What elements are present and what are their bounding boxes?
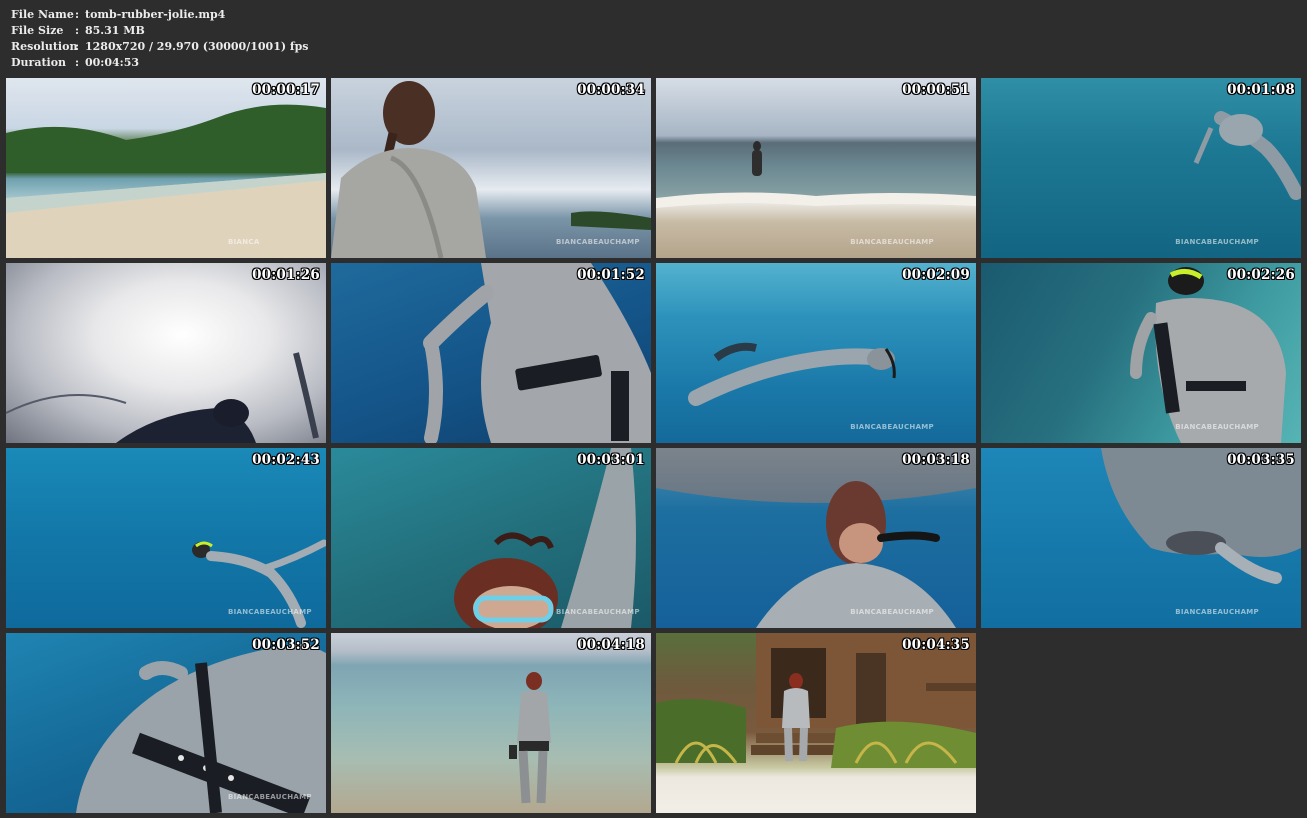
thumbnail-image xyxy=(331,263,651,443)
info-label: Resolution xyxy=(11,40,78,53)
thumbnail-image xyxy=(331,78,651,258)
scene-figure xyxy=(423,263,651,443)
info-row-duration: Duration : 00:04:53 xyxy=(11,55,309,71)
thumbnail-image xyxy=(981,263,1301,443)
timestamp: 00:03:35 xyxy=(1227,452,1295,468)
info-separator: : xyxy=(75,24,80,37)
info-label: File Name xyxy=(11,8,74,21)
thumbnail-frame[interactable]: 00:04:18 xyxy=(331,633,651,813)
timestamp: 00:02:26 xyxy=(1227,267,1295,283)
thumbnail-grid: BIANCA 00:00:17 BIANCABEAUCHAMP 00:00:34… xyxy=(6,78,1301,813)
scene-hills xyxy=(6,104,326,258)
scene-figure xyxy=(454,448,636,628)
thumbnail-image xyxy=(6,78,326,258)
info-label: File Size xyxy=(11,24,64,37)
timestamp: 00:03:52 xyxy=(252,637,320,653)
timestamp: 00:04:18 xyxy=(577,637,645,653)
info-value: tomb-rubber-jolie.mp4 xyxy=(85,8,226,21)
timestamp: 00:03:18 xyxy=(902,452,970,468)
timestamp: 00:02:09 xyxy=(902,267,970,283)
thumbnail-frame[interactable]: BIANCABEAUCHAMP 00:03:52 xyxy=(6,633,326,813)
thumbnail-image xyxy=(331,633,651,813)
thumbnail-frame[interactable]: BIANCA 00:00:17 xyxy=(6,78,326,258)
thumbnail-frame[interactable]: 00:01:26 xyxy=(6,263,326,443)
info-value: 00:04:53 xyxy=(85,56,140,69)
watermark: BIANCABEAUCHAMP xyxy=(850,238,934,246)
watermark: BIANCABEAUCHAMP xyxy=(850,608,934,616)
thumbnail-image xyxy=(656,448,976,628)
timestamp: 00:01:26 xyxy=(252,267,320,283)
info-separator: : xyxy=(75,40,80,53)
watermark: BIANCABEAUCHAMP xyxy=(228,608,312,616)
watermark: BIANCABEAUCHAMP xyxy=(556,238,640,246)
thumbnail-image xyxy=(656,78,976,258)
file-info-panel: File Name : tomb-rubber-jolie.mp4 File S… xyxy=(11,7,309,71)
timestamp: 00:03:01 xyxy=(577,452,645,468)
thumbnail-image xyxy=(6,448,326,628)
thumbnail-frame[interactable]: BIANCABEAUCHAMP 00:02:09 xyxy=(656,263,976,443)
scene-figure xyxy=(331,81,651,258)
watermark: BIANCABEAUCHAMP xyxy=(1175,423,1259,431)
thumbnail-frame[interactable]: BIANCABEAUCHAMP 00:00:34 xyxy=(331,78,651,258)
info-separator: : xyxy=(75,56,80,69)
timestamp: 00:00:34 xyxy=(577,82,645,98)
info-value: 85.31 MB xyxy=(85,24,145,37)
watermark: BIANCA xyxy=(228,238,260,246)
scene-figure xyxy=(192,539,326,628)
thumbnail-image xyxy=(656,263,976,443)
thumbnail-frame[interactable]: BIANCABEAUCHAMP 00:02:43 xyxy=(6,448,326,628)
watermark: BIANCABEAUCHAMP xyxy=(850,423,934,431)
thumbnail-frame[interactable]: BIANCABEAUCHAMP 00:02:26 xyxy=(981,263,1301,443)
thumbnail-frame[interactable]: BIANCABEAUCHAMP 00:01:08 xyxy=(981,78,1301,258)
thumbnail-frame[interactable]: 00:04:35 xyxy=(656,633,976,813)
scene-figure xyxy=(1130,267,1286,443)
scene-figure xyxy=(6,352,319,443)
thumbnail-image xyxy=(6,633,326,813)
timestamp: 00:00:17 xyxy=(252,82,320,98)
info-separator: : xyxy=(75,8,80,21)
watermark: BIANCABEAUCHAMP xyxy=(228,793,312,801)
timestamp: 00:00:51 xyxy=(902,82,970,98)
thumbnail-image xyxy=(981,448,1301,628)
scene-figure xyxy=(76,643,326,813)
watermark: BIANCABEAUCHAMP xyxy=(556,608,640,616)
thumbnail-image xyxy=(981,78,1301,258)
watermark: BIANCABEAUCHAMP xyxy=(1175,608,1259,616)
timestamp: 00:01:52 xyxy=(577,267,645,283)
thumbnail-frame[interactable]: BIANCABEAUCHAMP 00:03:35 xyxy=(981,448,1301,628)
thumbnail-image xyxy=(656,633,976,813)
timestamp: 00:04:35 xyxy=(902,637,970,653)
scene-figure xyxy=(656,141,976,208)
scene-figure xyxy=(688,342,896,406)
info-row-file-name: File Name : tomb-rubber-jolie.mp4 xyxy=(11,7,309,23)
thumbnail-frame[interactable]: BIANCABEAUCHAMP 00:03:01 xyxy=(331,448,651,628)
scene-figure xyxy=(1193,111,1301,200)
thumbnail-image xyxy=(331,448,651,628)
timestamp: 00:02:43 xyxy=(252,452,320,468)
info-row-file-size: File Size : 85.31 MB xyxy=(11,23,309,39)
scene-figure xyxy=(1101,448,1301,584)
info-label: Duration xyxy=(11,56,67,69)
thumbnail-frame[interactable]: BIANCABEAUCHAMP 00:00:51 xyxy=(656,78,976,258)
thumbnail-frame[interactable]: BIANCABEAUCHAMP 00:03:18 xyxy=(656,448,976,628)
watermark: BIANCABEAUCHAMP xyxy=(1175,238,1259,246)
thumbnail-frame[interactable]: 00:01:52 xyxy=(331,263,651,443)
scene-figure xyxy=(656,633,976,768)
scene-figure xyxy=(656,448,976,628)
info-row-resolution: Resolution : 1280x720 / 29.970 (30000/10… xyxy=(11,39,309,55)
timestamp: 00:01:08 xyxy=(1227,82,1295,98)
thumbnail-image xyxy=(6,263,326,443)
info-value: 1280x720 / 29.970 (30000/1001) fps xyxy=(85,40,309,53)
scene-figure xyxy=(509,672,551,804)
